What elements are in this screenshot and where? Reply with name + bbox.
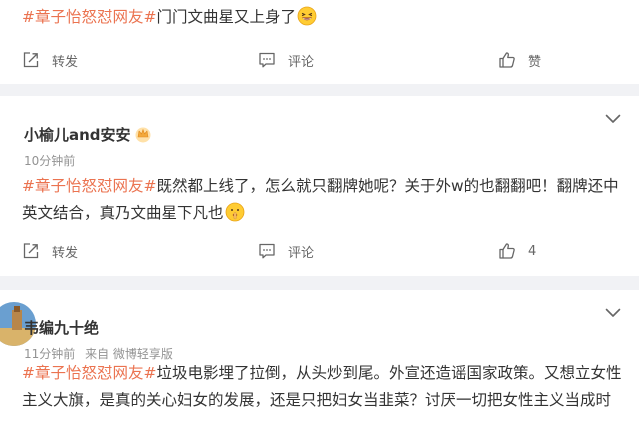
post-text-line: #章子怡怒怼网友#垃圾电影埋了拉倒，从头炒到尾。外宣还造谣国家政策。又想立女性 — [22, 360, 622, 387]
chevron-down-icon[interactable] — [605, 308, 621, 318]
like-button[interactable]: 4 — [498, 237, 536, 265]
post-body: 门门文曲星又上身了 — [156, 8, 296, 26]
comment-icon — [259, 52, 275, 68]
post-source[interactable]: 来自 微博轻享版 — [85, 347, 173, 361]
like-button[interactable]: 赞 — [498, 46, 541, 74]
repost-button[interactable]: 转发 — [22, 46, 78, 74]
post-body: 垃圾电影埋了拉倒，从头炒到尾。外宣还造谣国家政策。又想立女性 — [156, 364, 622, 382]
hashtag-link[interactable]: #章子怡怒怼网友# — [22, 364, 156, 382]
like-count: 4 — [528, 243, 537, 259]
post-timestamp[interactable]: 11分钟前 — [24, 347, 75, 361]
comment-label: 评论 — [288, 245, 315, 261]
post-text-line: 英文结合，真乃文曲星下凡也 — [22, 200, 617, 227]
post-text: #章子怡怒怼网友#既然都上线了，怎么就只翻牌她呢？关于外w的也翻翻吧！翻牌还中 … — [22, 173, 619, 227]
grinning-squint-emoji-icon — [297, 6, 317, 26]
action-bar: 转发 评论 4 — [0, 237, 639, 265]
post-card: 韦编九十绝 11分钟前 来自 微博轻享版 #章子怡怒怼网友#垃圾电影埋了拉倒，从… — [0, 290, 639, 430]
repost-label: 转发 — [52, 245, 79, 261]
hashtag-link[interactable]: #章子怡怒怼网友# — [22, 177, 156, 195]
comment-icon — [259, 243, 275, 259]
post-text-line: #章子怡怒怼网友#既然都上线了，怎么就只翻牌她呢？关于外w的也翻翻吧！翻牌还中 — [22, 173, 619, 200]
crown-badge-icon[interactable] — [134, 125, 152, 143]
post-text: #章子怡怒怼网友#门门文曲星又上身了 — [22, 4, 617, 31]
hashtag-link[interactable]: #章子怡怒怼网友# — [22, 8, 156, 26]
username[interactable]: 小榆儿and安安 — [24, 124, 131, 145]
username[interactable]: 韦编九十绝 — [24, 317, 99, 338]
action-bar: 转发 评论 赞 — [0, 46, 639, 74]
post-body: 英文结合，真乃文曲星下凡也 — [22, 204, 224, 222]
like-label: 赞 — [528, 54, 542, 70]
chevron-down-icon[interactable] — [605, 114, 621, 124]
repost-icon — [23, 52, 39, 68]
post-card: 小榆儿and安安 10分钟前 #章子怡怒怼网友#既然都上线了，怎么就只翻牌她呢？… — [0, 96, 639, 276]
thumbs-up-icon — [499, 52, 515, 68]
post-text: #章子怡怒怼网友#垃圾电影埋了拉倒，从头炒到尾。外宣还造谣国家政策。又想立女性 … — [22, 360, 622, 414]
post-card: #章子怡怒怼网友#门门文曲星又上身了 转发 评论 赞 — [0, 0, 639, 84]
post-text-line: 主义大旗，是真的关心妇女的发展，还是只把妇女当韭菜？讨厌一切把女性主义当成时 — [22, 387, 617, 414]
shushing-face-emoji-icon — [225, 202, 244, 222]
comment-button[interactable]: 评论 — [258, 237, 314, 265]
repost-label: 转发 — [52, 54, 79, 70]
post-body: 既然都上线了，怎么就只翻牌她呢？关于外w的也翻翻吧！翻牌还中 — [156, 177, 619, 195]
post-body: 主义大旗，是真的关心妇女的发展，还是只把妇女当韭菜？讨厌一切把女性主义当成时 — [22, 391, 612, 409]
post-timestamp[interactable]: 10分钟前 — [24, 152, 75, 169]
repost-button[interactable]: 转发 — [22, 237, 78, 265]
comment-label: 评论 — [288, 54, 315, 70]
repost-icon — [23, 243, 39, 259]
comment-button[interactable]: 评论 — [258, 46, 314, 74]
thumbs-up-icon — [499, 243, 515, 259]
